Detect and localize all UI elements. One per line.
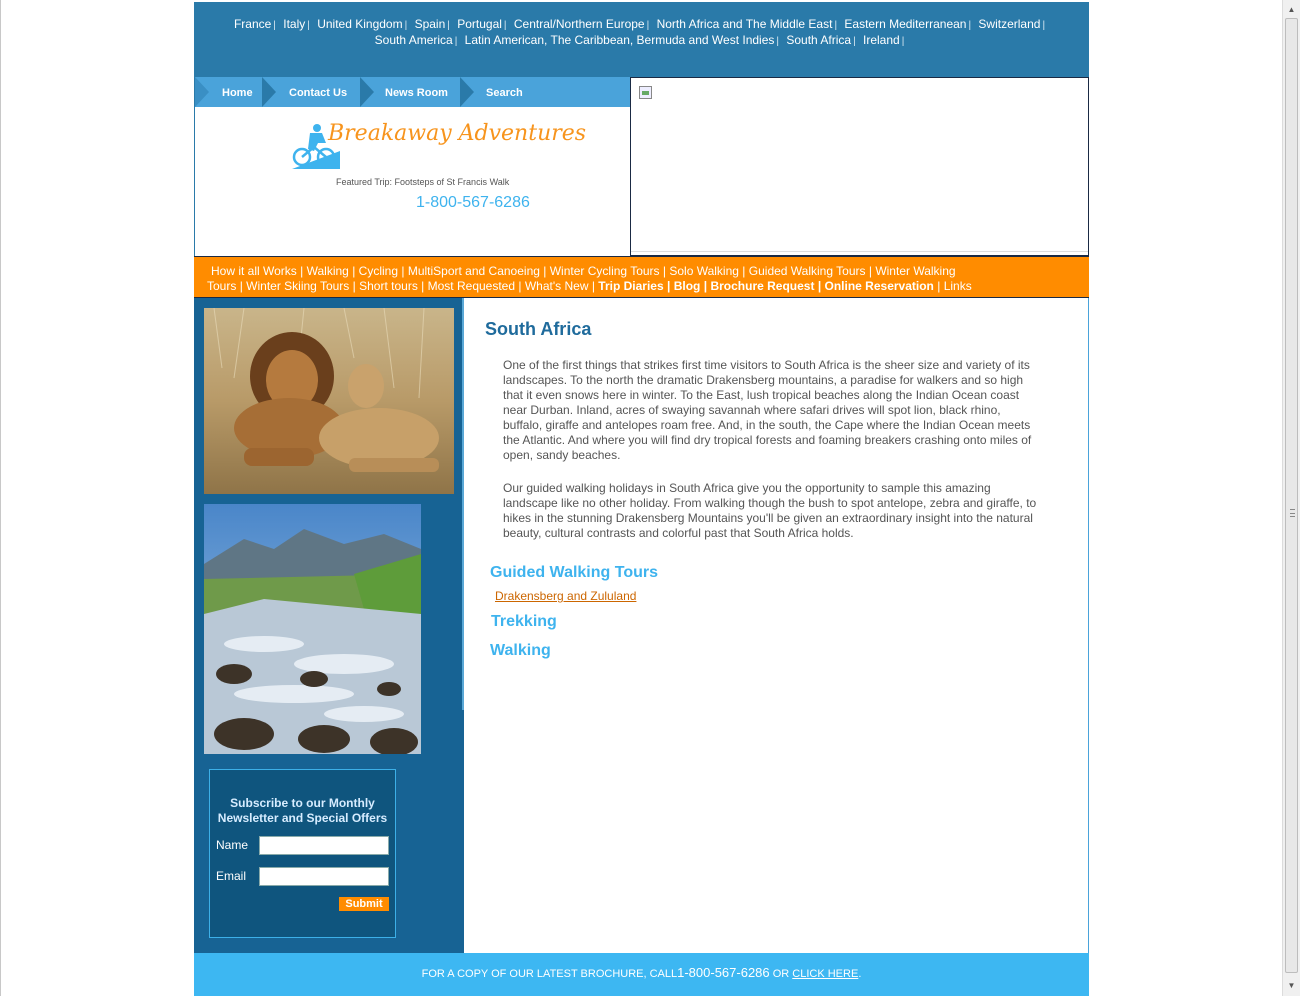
menu-walking[interactable]: Walking xyxy=(307,264,349,278)
menu-winter-walking[interactable]: Winter Walking xyxy=(875,264,955,278)
footer-or-text: OR xyxy=(772,968,790,980)
country-link-spain[interactable]: Spain xyxy=(415,17,446,31)
newsletter-form: Subscribe to our Monthly Newsletter and … xyxy=(209,769,396,938)
scrollbar-thumb[interactable] xyxy=(1285,18,1298,973)
walking-paragraph: Our guided walking holidays in South Afr… xyxy=(503,481,1037,540)
newsletter-title: Subscribe to our Monthly Newsletter and … xyxy=(217,796,388,825)
menu-multisport[interactable]: MultiSport and Canoeing xyxy=(408,264,540,278)
banner-divider xyxy=(631,251,1088,252)
main-nav: Home Contact Us News Room Search xyxy=(195,77,630,107)
menu-blog[interactable]: Blog xyxy=(674,279,701,293)
country-link-south-africa[interactable]: South Africa xyxy=(786,33,851,47)
intro-paragraph: One of the first things that strikes fir… xyxy=(503,358,1032,462)
menu-how-it-works[interactable]: How it all Works xyxy=(211,264,297,278)
scroll-down-arrow-icon[interactable]: ▼ xyxy=(1285,979,1298,993)
menu-brochure-request[interactable]: Brochure Request xyxy=(710,279,814,293)
trekking-heading: Trekking xyxy=(491,613,557,630)
header-banner xyxy=(630,77,1089,256)
category-menu-line-2: Tours | Winter Skiing Tours | Short tour… xyxy=(207,279,972,293)
category-menu: How it all Works | Walking | Cycling | M… xyxy=(194,256,1089,298)
country-row-2: South America | Latin American, The Carib… xyxy=(374,33,905,47)
nav-chevron-icon xyxy=(262,77,276,107)
name-input[interactable] xyxy=(259,836,389,855)
menu-winter-walking-tours[interactable]: Tours xyxy=(207,279,236,293)
name-label: Name xyxy=(216,838,249,852)
country-link-central-northern-europe[interactable]: Central/Northern Europe xyxy=(514,17,645,31)
nav-contact-us[interactable]: Contact Us xyxy=(289,77,347,107)
menu-winter-skiing[interactable]: Winter Skiing Tours xyxy=(246,279,349,293)
menu-guided-walking[interactable]: Guided Walking Tours xyxy=(749,264,866,278)
country-link-latin-america[interactable]: Latin American, The Caribbean, Bermuda a… xyxy=(465,33,775,47)
vertical-scrollbar[interactable]: ▲ ▼ xyxy=(1282,0,1300,996)
country-row-1: France | Italy | United Kingdom | Spain | Po… xyxy=(233,17,1046,31)
submit-button[interactable]: Submit xyxy=(339,897,389,911)
menu-winter-cycling[interactable]: Winter Cycling Tours xyxy=(550,264,660,278)
footer: FOR A COPY OF OUR LATEST BROCHURE, CALL1… xyxy=(194,953,1089,996)
footer-phone: 1-800-567-6286 xyxy=(677,965,770,980)
email-label: Email xyxy=(216,869,247,883)
header-left: Home Contact Us News Room Search Breakaw… xyxy=(194,77,630,256)
country-link-italy[interactable]: Italy xyxy=(283,17,305,31)
menu-online-reservation[interactable]: Online Reservation xyxy=(825,279,934,293)
header-phone: 1-800-567-6286 xyxy=(416,194,530,211)
lions-photo xyxy=(204,308,454,494)
nav-chevron-icon xyxy=(460,77,474,107)
nav-chevron-icon xyxy=(195,77,209,107)
grip-icon xyxy=(1290,509,1295,517)
menu-trip-diaries[interactable]: Trip Diaries xyxy=(598,279,663,293)
footer-brochure-text: FOR A COPY OF OUR LATEST BROCHURE, CALL xyxy=(421,968,678,980)
nav-chevron-icon xyxy=(360,77,374,107)
country-link-united-kingdom[interactable]: United Kingdom xyxy=(317,17,402,31)
click-here-link[interactable]: CLICK HERE xyxy=(792,968,858,980)
country-link-france[interactable]: France xyxy=(234,17,271,31)
nav-search[interactable]: Search xyxy=(486,77,523,107)
guided-walking-heading: Guided Walking Tours xyxy=(490,564,658,581)
category-menu-line-1: How it all Works | Walking | Cycling | M… xyxy=(211,264,956,278)
river-photo xyxy=(204,504,421,754)
menu-links[interactable]: Links xyxy=(944,279,972,293)
sidebar: Subscribe to our Monthly Newsletter and … xyxy=(194,298,464,953)
site-logo[interactable]: Breakaway Adventures Featured Trip: Foot… xyxy=(290,121,586,221)
walking-heading: Walking xyxy=(490,642,551,659)
featured-trip[interactable]: Featured Trip: Footsteps of St Francis W… xyxy=(336,177,509,187)
country-link-south-america[interactable]: South America xyxy=(375,33,453,47)
scroll-up-arrow-icon[interactable]: ▲ xyxy=(1285,3,1298,17)
country-link-switzerland[interactable]: Switzerland xyxy=(978,17,1040,31)
email-input[interactable] xyxy=(259,867,389,886)
menu-cycling[interactable]: Cycling xyxy=(359,264,398,278)
menu-most-requested[interactable]: Most Requested xyxy=(428,279,515,293)
page-title: South Africa xyxy=(485,319,592,339)
menu-whats-new[interactable]: What's New xyxy=(525,279,589,293)
country-link-portugal[interactable]: Portugal xyxy=(457,17,502,31)
country-nav: France | Italy | United Kingdom | Spain | Po… xyxy=(194,2,1089,77)
drakensberg-tour-link[interactable]: Drakensberg and Zululand xyxy=(495,589,636,603)
broken-image-icon xyxy=(639,86,652,99)
country-link-eastern-mediterranean[interactable]: Eastern Mediterranean xyxy=(844,17,966,31)
logo-brand-name: Breakaway Adventures xyxy=(328,121,587,146)
main-content: South Africa One of the first things tha… xyxy=(464,298,1089,953)
nav-home[interactable]: Home xyxy=(222,77,253,107)
nav-news-room[interactable]: News Room xyxy=(385,77,448,107)
menu-short-tours[interactable]: Short tours xyxy=(359,279,418,293)
country-link-ireland[interactable]: Ireland xyxy=(863,33,900,47)
country-link-north-africa[interactable]: North Africa and The Middle East xyxy=(657,17,833,31)
menu-solo-walking[interactable]: Solo Walking xyxy=(669,264,739,278)
page-container: France | Italy | United Kingdom | Spain | Po… xyxy=(194,2,1089,996)
